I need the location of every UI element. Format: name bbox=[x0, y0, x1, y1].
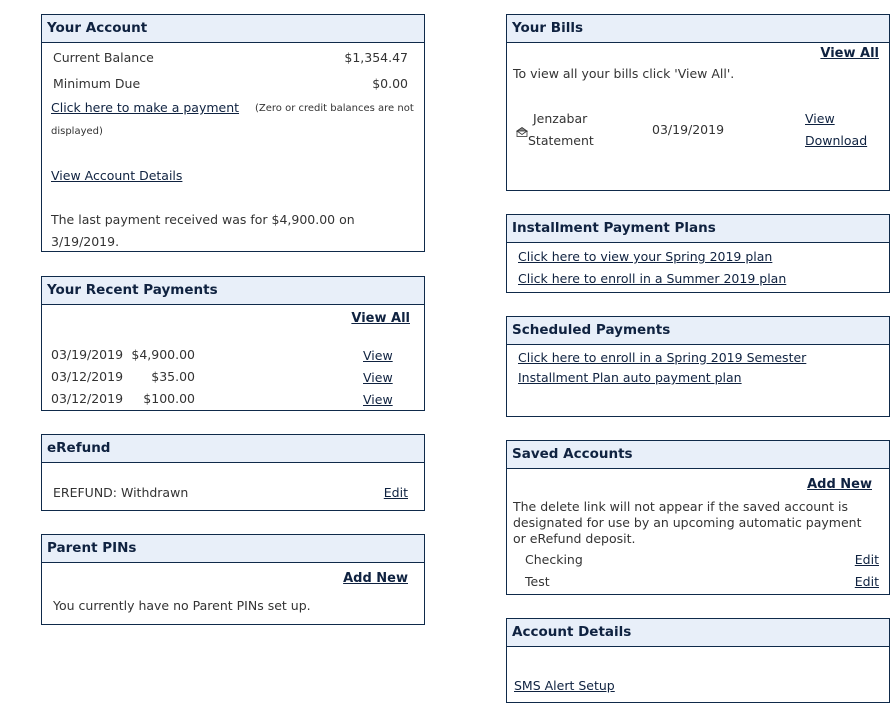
last-payment-date: 3/19/2019. bbox=[51, 234, 120, 249]
parent-pins-message: You currently have no Parent PINs set up… bbox=[53, 598, 311, 613]
make-payment-note: (Zero or credit balances are not bbox=[255, 103, 414, 114]
payment-date: 03/12/2019 bbox=[51, 391, 124, 406]
make-payment-link[interactable]: Click here to make a payment bbox=[51, 100, 239, 115]
current-balance-label: Current Balance bbox=[53, 50, 154, 65]
recent-payments-panel: Your Recent Payments View All 03/19/2019… bbox=[41, 276, 425, 411]
erefund-panel: eRefund EREFUND: Withdrawn Edit bbox=[41, 434, 425, 511]
bills-instructions: To view all your bills click 'View All'. bbox=[513, 66, 735, 81]
bill-view-link[interactable]: View bbox=[805, 111, 835, 126]
payment-amount: $4,900.00 bbox=[131, 347, 195, 362]
bill-name-cont: Statement bbox=[528, 133, 594, 148]
account-details-panel: Account Details SMS Alert Setup bbox=[506, 618, 890, 703]
minimum-due-value: $0.00 bbox=[372, 76, 408, 91]
payment-view-link[interactable]: View bbox=[363, 348, 393, 363]
your-bills-title: Your Bills bbox=[507, 15, 889, 43]
your-account-panel: Your Account Current Balance $1,354.47 M… bbox=[41, 14, 425, 252]
erefund-status: EREFUND: Withdrawn bbox=[53, 485, 189, 500]
make-payment-note-cont: displayed) bbox=[51, 126, 103, 137]
envelope-icon bbox=[516, 125, 528, 140]
parent-pins-add-new-link[interactable]: Add New bbox=[343, 571, 408, 586]
saved-accounts-note: The delete link will not appear if the s… bbox=[513, 499, 848, 514]
saved-accounts-note-line3: or eRefund deposit. bbox=[513, 531, 636, 546]
your-account-title: Your Account bbox=[42, 15, 424, 43]
bills-view-all-link[interactable]: View All bbox=[820, 46, 879, 61]
saved-accounts-add-new-link[interactable]: Add New bbox=[807, 477, 872, 492]
saved-accounts-panel: Saved Accounts Add New The delete link w… bbox=[506, 440, 890, 595]
installment-plans-panel: Installment Payment Plans Click here to … bbox=[506, 214, 890, 293]
recent-payments-title: Your Recent Payments bbox=[42, 277, 424, 305]
saved-accounts-title: Saved Accounts bbox=[507, 441, 889, 469]
view-spring-plan-link[interactable]: Click here to view your Spring 2019 plan bbox=[518, 249, 772, 264]
enroll-spring-semester-link[interactable]: Click here to enroll in a Spring 2019 Se… bbox=[518, 350, 806, 365]
payment-amount: $100.00 bbox=[143, 391, 195, 406]
scheduled-payments-panel: Scheduled Payments Click here to enroll … bbox=[506, 316, 890, 417]
saved-accounts-note-line2: designated for use by an upcoming automa… bbox=[513, 515, 862, 530]
last-payment-text: The last payment received was for $4,900… bbox=[51, 212, 355, 227]
saved-account-edit-link[interactable]: Edit bbox=[855, 552, 879, 567]
parent-pins-title: Parent PINs bbox=[42, 535, 424, 563]
recent-payments-view-all-link[interactable]: View All bbox=[351, 311, 410, 326]
payment-amount: $35.00 bbox=[151, 369, 195, 384]
erefund-title: eRefund bbox=[42, 435, 424, 463]
payment-view-link[interactable]: View bbox=[363, 370, 393, 385]
current-balance-value: $1,354.47 bbox=[344, 50, 408, 65]
parent-pins-panel: Parent PINs Add New You currently have n… bbox=[41, 534, 425, 625]
bill-name: Jenzabar bbox=[533, 111, 588, 126]
payment-date: 03/12/2019 bbox=[51, 369, 124, 384]
erefund-edit-link[interactable]: Edit bbox=[384, 485, 408, 500]
payment-date: 03/19/2019 bbox=[51, 347, 124, 362]
auto-payment-plan-link[interactable]: Installment Plan auto payment plan bbox=[518, 370, 742, 385]
sms-alert-setup-link[interactable]: SMS Alert Setup bbox=[514, 678, 615, 693]
account-details-title: Account Details bbox=[507, 619, 889, 647]
your-bills-panel: Your Bills View All To view all your bil… bbox=[506, 14, 890, 191]
view-account-details-link[interactable]: View Account Details bbox=[51, 168, 182, 183]
enroll-summer-plan-link[interactable]: Click here to enroll in a Summer 2019 pl… bbox=[518, 271, 786, 286]
bill-date: 03/19/2019 bbox=[652, 122, 725, 137]
saved-account-edit-link[interactable]: Edit bbox=[855, 574, 879, 589]
scheduled-payments-title: Scheduled Payments bbox=[507, 317, 889, 345]
saved-account-name: Checking bbox=[525, 552, 583, 567]
installment-plans-title: Installment Payment Plans bbox=[507, 215, 889, 243]
bill-download-link[interactable]: Download bbox=[805, 133, 867, 148]
minimum-due-label: Minimum Due bbox=[53, 76, 141, 91]
payment-view-link[interactable]: View bbox=[363, 392, 393, 407]
saved-account-name: Test bbox=[525, 574, 550, 589]
